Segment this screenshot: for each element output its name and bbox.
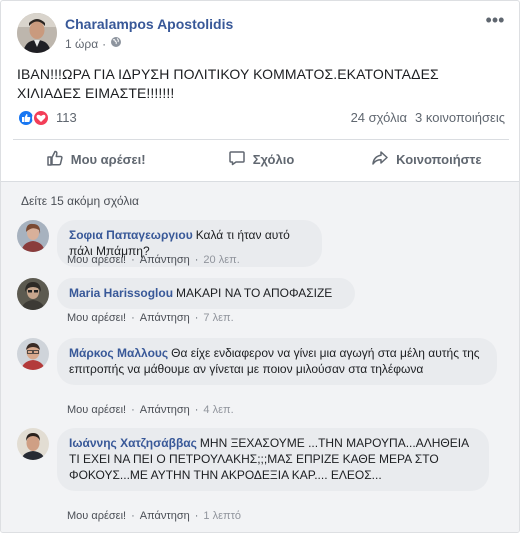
commenter-avatar[interactable]	[17, 428, 49, 460]
commenter-avatar[interactable]	[17, 220, 49, 252]
comment-button-label: Σχόλιο	[252, 151, 295, 167]
comment-time[interactable]: 7 λεπ.	[203, 312, 233, 324]
share-button[interactable]: Κοινοποιήστε	[344, 142, 509, 176]
comment-time[interactable]: 4 λεπ.	[203, 404, 233, 416]
facebook-post: Charalampos Apostolidis 1 ώρα · ••• ΙΒΑΝ…	[0, 0, 520, 533]
comment-time[interactable]: 20 λεπ.	[203, 254, 239, 266]
comment-like-link[interactable]: Μου αρέσει!	[67, 404, 126, 416]
post-actions: Μου αρέσει! Σχόλιο Κοινοποιήστε	[13, 142, 509, 176]
shares-count[interactable]: 3 κοινοποιήσεις	[415, 110, 505, 125]
comment-actions: Μου αρέσει! · Απάντηση · 20 λεπ.	[67, 254, 240, 266]
commenter-name[interactable]: Maria Harissoglou	[69, 286, 173, 300]
comment-like-link[interactable]: Μου αρέσει!	[67, 312, 126, 324]
share-icon	[371, 149, 389, 170]
post-meta: 1 ώρα ·	[65, 36, 122, 51]
comment-actions: Μου αρέσει! · Απάντηση · 4 λεπ.	[67, 404, 234, 416]
comment-reply-link[interactable]: Απάντηση	[140, 254, 190, 266]
reactions-count: 113	[56, 110, 77, 125]
comment-reply-link[interactable]: Απάντηση	[140, 312, 190, 324]
comment-actions: Μου αρέσει! · Απάντηση · 7 λεπ.	[67, 312, 234, 324]
globe-icon	[110, 36, 122, 51]
love-reaction-icon	[32, 109, 50, 127]
comment-bubble: Ιωάννης Χατζησάββας ΜΗΝ ΞΕΧΑΣΟΥΜΕ ...ΤΗΝ …	[57, 428, 489, 491]
thumbs-up-icon	[46, 149, 64, 170]
more-options-icon[interactable]: •••	[483, 11, 507, 33]
commenter-avatar[interactable]	[17, 338, 49, 370]
commenter-avatar[interactable]	[17, 278, 49, 310]
like-button[interactable]: Μου αρέσει!	[13, 142, 178, 176]
post-text: ΙΒΑΝ!!!ΩΡΑ ΓΙΑ ΙΔΡΥΣΗ ΠΟΛΙΤΙΚΟΥ ΚΟΜΜΑΤΟΣ…	[17, 66, 439, 101]
comment-time[interactable]: 1 λεπτό	[203, 510, 241, 522]
view-more-comments-link[interactable]: Δείτε 15 ακόμη σχόλια	[21, 194, 139, 208]
comment-reply-link[interactable]: Απάντηση	[140, 404, 190, 416]
share-button-label: Κοινοποιήστε	[396, 151, 482, 167]
commenter-name[interactable]: Μάρκος Μαλλους	[69, 346, 168, 360]
like-button-label: Μου αρέσει!	[70, 151, 146, 167]
comments-section: Δείτε 15 ακόμη σχόλια Σοφια Παπαγεωργιου…	[1, 181, 519, 532]
comment-like-link[interactable]: Μου αρέσει!	[67, 510, 126, 522]
comment-reply-link[interactable]: Απάντηση	[140, 510, 190, 522]
post-time[interactable]: 1 ώρα	[65, 37, 98, 51]
post-author-name[interactable]: Charalampos Apostolidis	[65, 16, 233, 32]
comment-button[interactable]: Σχόλιο	[178, 142, 343, 176]
post-stats: 113 24 σχόλια 3 κοινοποιήσεις	[17, 107, 505, 131]
comment-actions: Μου αρέσει! · Απάντηση · 1 λεπτό	[67, 510, 242, 522]
post-header: Charalampos Apostolidis 1 ώρα · •••	[17, 11, 507, 55]
comment-icon	[228, 149, 246, 170]
comment-bubble: Μάρκος Μαλλους Θα είχε ενδιαφερον να γίνε…	[57, 338, 497, 385]
comment-bubble: Maria Harissoglou ΜΑΚΑΡΙ ΝΑ ΤΟ ΑΠΟΦΑΣΙΖΕ	[57, 278, 355, 309]
comment-text: ΜΑΚΑΡΙ ΝΑ ΤΟ ΑΠΟΦΑΣΙΖΕ	[176, 286, 333, 300]
divider	[13, 139, 509, 140]
comment-like-link[interactable]: Μου αρέσει!	[67, 254, 126, 266]
comments-count[interactable]: 24 σχόλια	[351, 110, 407, 125]
commenter-name[interactable]: Ιωάννης Χατζησάββας	[69, 436, 197, 450]
commenter-name[interactable]: Σοφια Παπαγεωργιου	[69, 228, 193, 242]
reactions-summary[interactable]: 113	[17, 109, 77, 127]
author-avatar[interactable]	[17, 13, 57, 53]
